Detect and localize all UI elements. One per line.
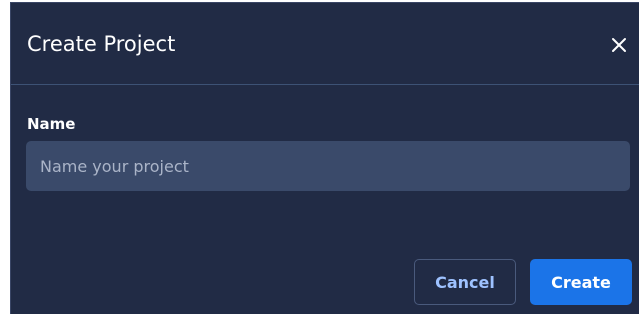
close-button[interactable] [609, 35, 629, 55]
create-project-dialog: Create Project Name Cancel Create [10, 2, 639, 314]
create-button[interactable]: Create [530, 259, 632, 305]
name-label: Name [27, 115, 76, 133]
dialog-header: Create Project [11, 3, 639, 85]
cancel-button[interactable]: Cancel [414, 259, 516, 305]
close-icon [612, 38, 626, 52]
project-name-input[interactable] [26, 141, 630, 191]
dialog-title: Create Project [27, 32, 176, 56]
